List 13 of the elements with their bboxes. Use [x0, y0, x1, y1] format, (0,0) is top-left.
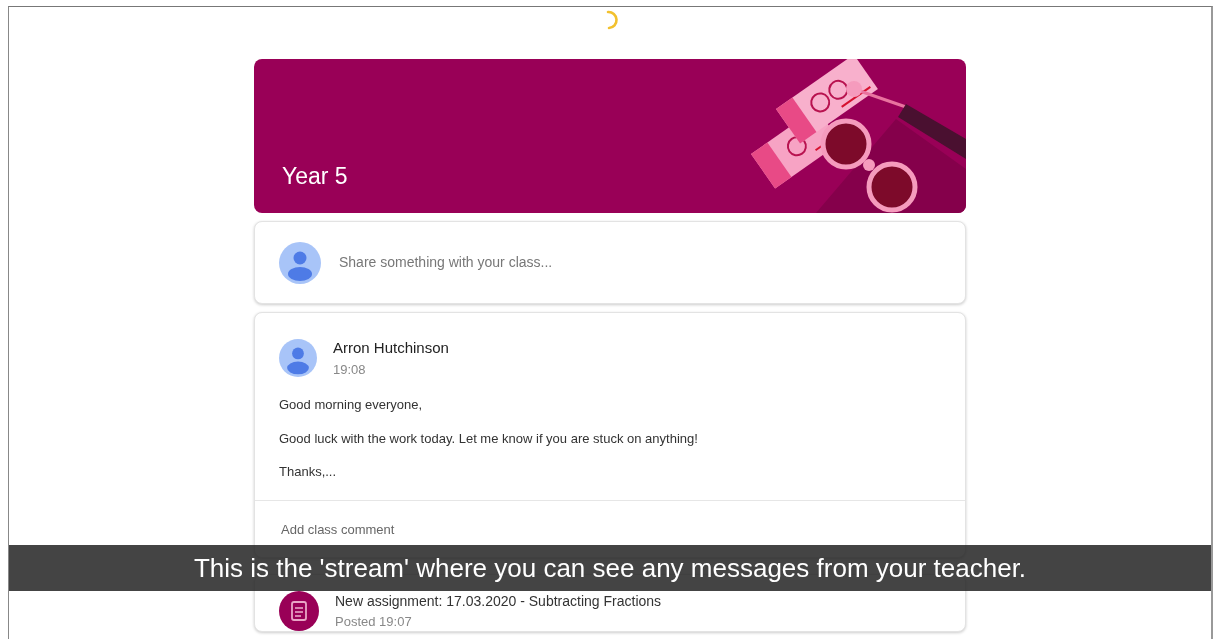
author-name: Arron Hutchinson	[333, 338, 449, 358]
post-text: Thanks,...	[279, 463, 338, 481]
comment-field[interactable]: Add class comment	[279, 518, 409, 540]
post-text: Good morning everyone,	[279, 396, 424, 414]
post-time: 19:08	[333, 360, 367, 379]
avatar-icon	[279, 339, 317, 377]
caption-text: This is the 'stream' where you can see any messages from your teacher.	[192, 552, 1028, 584]
avatar-icon	[279, 241, 321, 284]
class-title: Year 5	[282, 161, 348, 191]
posted-time: Posted 19:07	[335, 612, 413, 631]
assignment-title[interactable]: New assignment: 17.03.2020 - Subtracting Fractions	[335, 590, 662, 612]
post-text: Good luck with the work today. Let me know if you are stuck on anything!	[279, 429, 699, 448]
assignment-icon	[279, 590, 319, 631]
